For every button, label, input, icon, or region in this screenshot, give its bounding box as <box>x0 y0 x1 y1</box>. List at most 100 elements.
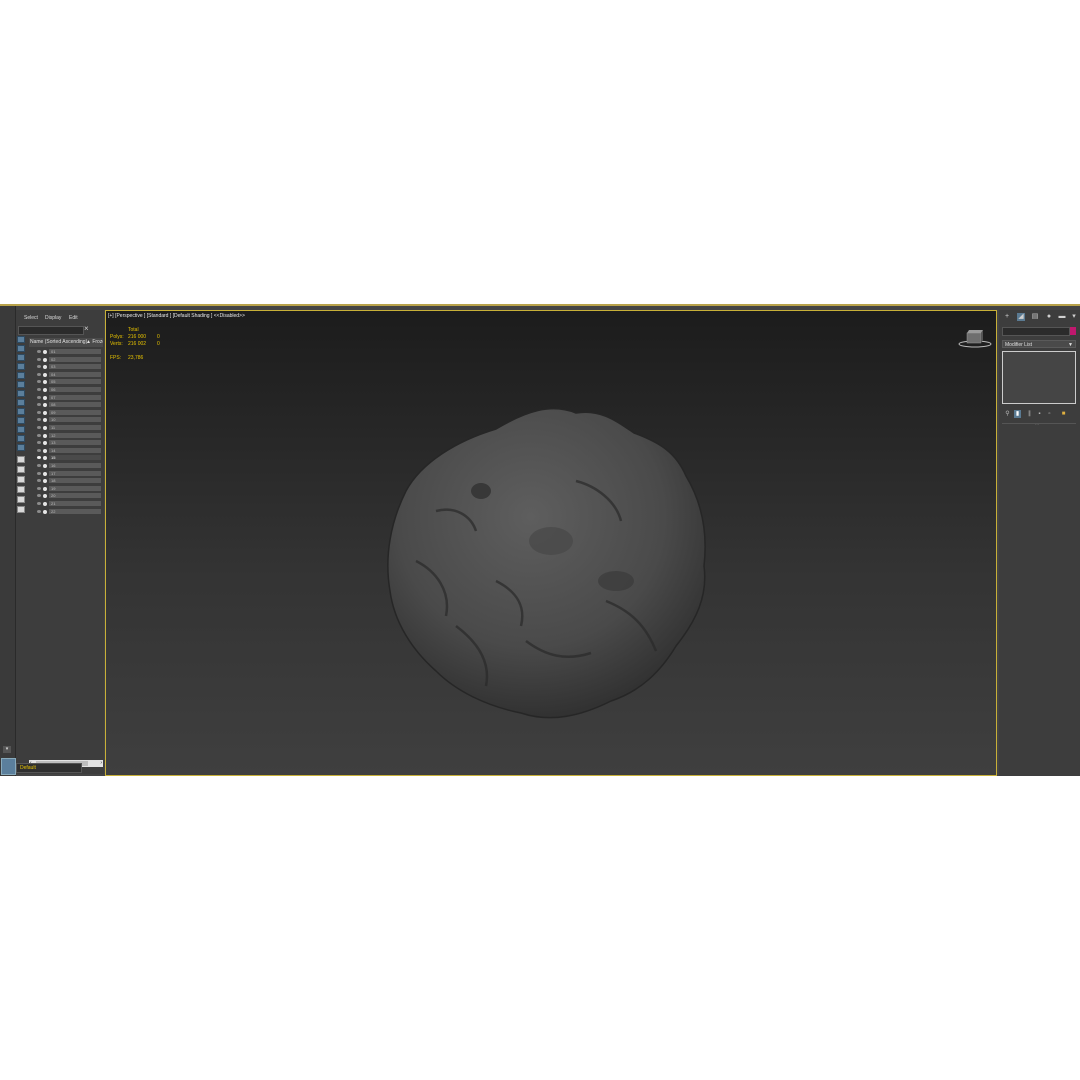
name-column-label[interactable]: Name (Sorted Ascending) <box>30 338 87 347</box>
list-item[interactable]: 16 <box>29 462 103 469</box>
list-item[interactable]: 11 <box>29 424 103 431</box>
list-item[interactable]: 14 <box>29 447 103 454</box>
make-unique-icon[interactable]: ∥ <box>1026 410 1033 418</box>
visibility-eye-icon[interactable] <box>37 350 41 353</box>
visibility-eye-icon[interactable] <box>37 365 41 369</box>
visibility-eye-icon[interactable] <box>37 403 41 407</box>
column-header[interactable]: Name (Sorted Ascending) ▲ Froze <box>29 338 103 347</box>
scroll-right-icon[interactable]: › <box>100 760 102 766</box>
list-item[interactable]: 17 <box>29 470 103 477</box>
list-item[interactable]: 13 <box>29 439 103 446</box>
display-icon[interactable]: ▬ <box>1058 313 1066 321</box>
visibility-eye-icon[interactable] <box>37 388 41 391</box>
visibility-eye-icon[interactable] <box>37 410 41 414</box>
stats-polys-selected: 0 <box>157 334 160 340</box>
list-item[interactable]: 08 <box>29 401 103 408</box>
viewport-label-menu[interactable]: [+] [Perspective ] [Standard ] [Default … <box>108 313 245 319</box>
object-color-swatch[interactable] <box>1070 327 1076 335</box>
list-item[interactable]: 05 <box>29 378 103 385</box>
list-item[interactable]: 06 <box>29 386 103 393</box>
layer-icon[interactable] <box>17 506 25 513</box>
expand-arrow-icon[interactable]: ▾ <box>3 746 11 753</box>
frozen-column-label[interactable]: ▲ Froze <box>86 338 103 347</box>
create-icon[interactable]: + <box>1003 313 1011 321</box>
list-item[interactable]: 19 <box>29 485 103 492</box>
display-all-icon[interactable] <box>17 444 25 451</box>
visibility-eye-icon[interactable] <box>37 464 41 467</box>
modifier-list-dropdown[interactable]: Modifier List ▼ <box>1002 340 1076 348</box>
list-item[interactable]: 15 <box>29 454 103 461</box>
visibility-eye-icon[interactable] <box>37 471 41 475</box>
visibility-eye-icon[interactable] <box>37 433 41 437</box>
menu-display[interactable]: Display <box>45 315 61 321</box>
object-name-input[interactable] <box>1002 327 1070 336</box>
visibility-eye-icon[interactable] <box>37 418 41 422</box>
list-item[interactable]: 20 <box>29 492 103 499</box>
display-none-icon[interactable] <box>17 456 25 463</box>
perspective-viewport[interactable]: [+] [Perspective ] [Standard ] [Default … <box>105 310 997 776</box>
list-item[interactable]: 12 <box>29 432 103 439</box>
utilities-icon[interactable]: ▾ <box>1070 313 1078 321</box>
display-spacewarps-icon[interactable] <box>17 381 25 388</box>
list-item[interactable]: 02 <box>29 356 103 363</box>
display-shapes-icon[interactable] <box>17 345 25 352</box>
display-containers-icon[interactable] <box>17 417 25 424</box>
object-icon <box>43 486 47 491</box>
list-item[interactable]: 03 <box>29 363 103 370</box>
list-item[interactable]: 21 <box>29 500 103 507</box>
motion-icon[interactable]: ● <box>1045 313 1053 321</box>
display-xrefs-icon[interactable] <box>17 399 25 406</box>
visibility-eye-icon[interactable] <box>37 380 41 384</box>
display-geometry-icon[interactable] <box>17 336 25 343</box>
modifier-stack[interactable] <box>1002 351 1076 404</box>
list-item[interactable]: 18 <box>29 477 103 484</box>
display-groups-icon[interactable] <box>17 390 25 397</box>
display-cameras-icon[interactable] <box>17 363 25 370</box>
modifier-sets-icon[interactable]: ■ <box>1060 410 1067 418</box>
modify-icon[interactable]: ◢ <box>1017 313 1025 321</box>
visibility-eye-icon[interactable] <box>37 456 41 460</box>
visibility-eye-icon[interactable] <box>37 509 41 513</box>
visibility-eye-icon[interactable] <box>37 479 41 483</box>
scene-search-input[interactable] <box>18 326 84 335</box>
layer-selector[interactable]: Default <box>16 763 82 773</box>
visibility-eye-icon[interactable] <box>37 426 41 429</box>
list-item[interactable]: 10 <box>29 416 103 423</box>
object-icon <box>43 410 47 415</box>
filter-icon[interactable] <box>17 496 25 503</box>
list-item[interactable]: 01 <box>29 348 103 355</box>
visibility-eye-icon[interactable] <box>37 448 41 452</box>
viewcube-icon[interactable] <box>958 327 992 349</box>
display-invert-icon[interactable] <box>17 466 25 473</box>
visibility-eye-icon[interactable] <box>37 486 41 490</box>
display-lights-icon[interactable] <box>17 354 25 361</box>
list-item[interactable]: 07 <box>29 394 103 401</box>
list-item[interactable]: 04 <box>29 371 103 378</box>
visibility-eye-icon[interactable] <box>37 494 41 498</box>
object-icon <box>43 380 47 385</box>
list-item[interactable]: 09 <box>29 409 103 416</box>
visibility-eye-icon[interactable] <box>37 441 41 445</box>
display-bones-icon[interactable] <box>17 408 25 415</box>
hierarchy-icon[interactable] <box>17 486 25 493</box>
display-helpers-icon[interactable] <box>17 372 25 379</box>
rock-mesh-object[interactable] <box>376 391 726 731</box>
configure-sets-icon[interactable]: ▫ <box>1046 410 1053 418</box>
list-item[interactable]: 22 <box>29 508 103 515</box>
remove-modifier-icon[interactable]: ▪ <box>1036 410 1043 418</box>
display-frozen-icon[interactable] <box>17 426 25 433</box>
pin-stack-icon[interactable]: ⚲ <box>1004 410 1011 418</box>
scene-explorer-menu: Select Display Edit <box>16 312 104 324</box>
display-hidden-icon[interactable] <box>17 435 25 442</box>
visibility-eye-icon[interactable] <box>37 395 41 399</box>
visibility-eye-icon[interactable] <box>37 502 41 505</box>
viewport-layout-button[interactable] <box>1 758 16 775</box>
clear-search-icon[interactable]: × <box>84 324 89 333</box>
visibility-eye-icon[interactable] <box>37 372 41 376</box>
hierarchy-icon[interactable]: ▤ <box>1031 313 1039 321</box>
visibility-eye-icon[interactable] <box>37 357 41 361</box>
menu-edit[interactable]: Edit <box>69 315 78 321</box>
sort-icon[interactable] <box>17 476 25 483</box>
show-end-result-icon[interactable]: ▮ <box>1014 410 1021 418</box>
menu-select[interactable]: Select <box>24 315 38 321</box>
